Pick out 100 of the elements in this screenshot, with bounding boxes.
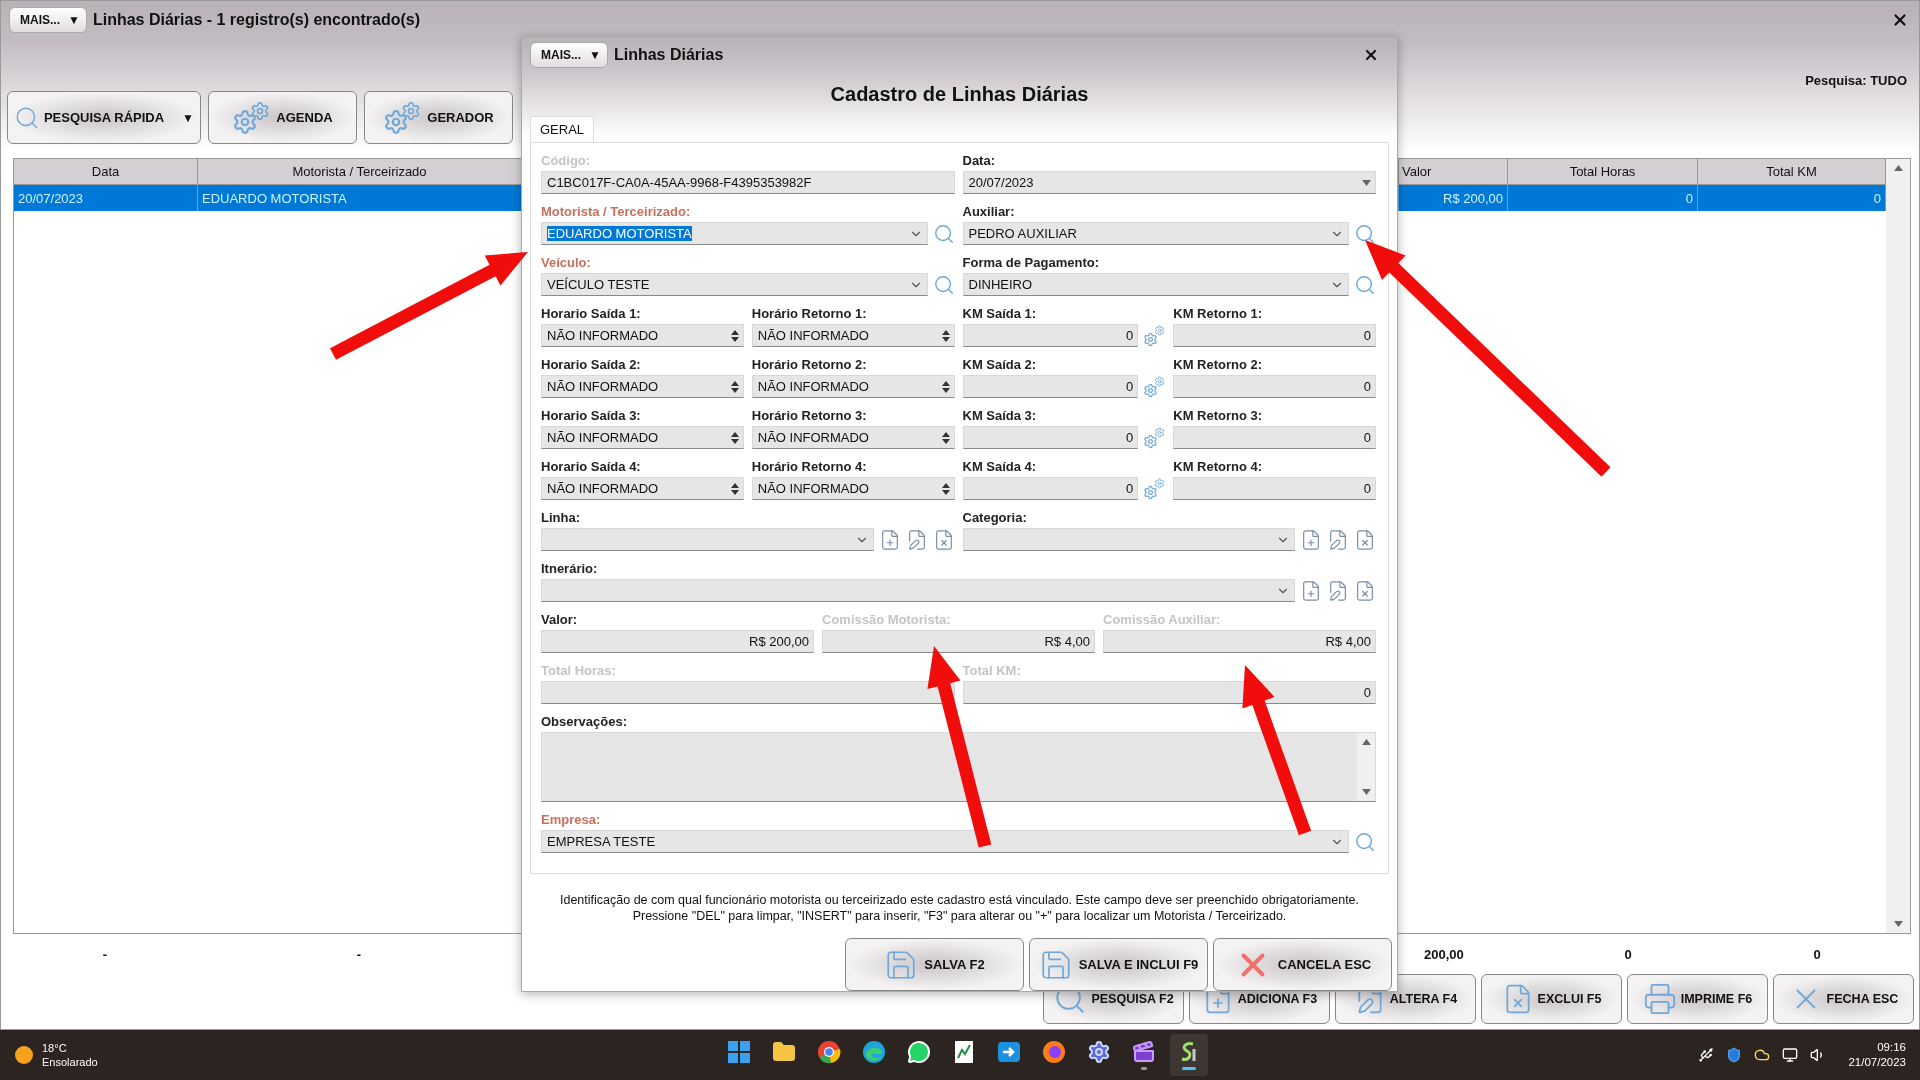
dialog-button[interactable]: CANCELA ESC [1213,938,1392,991]
spin-field[interactable]: NÃO INFORMADO [541,426,744,449]
column-header[interactable]: Valor [1399,159,1508,185]
spin-field[interactable]: NÃO INFORMADO [541,324,744,347]
table-cell: 20/07/2023 [14,185,198,211]
edit-file-icon[interactable] [1327,579,1349,602]
input-field[interactable]: 0 [962,324,1139,347]
input-field[interactable]: 0 [1173,426,1376,449]
input-field[interactable]: 0 [1173,477,1376,500]
spinner-icon[interactable] [730,430,739,445]
spinner-icon[interactable] [730,328,739,343]
video-icon[interactable] [1132,1040,1156,1064]
dropdown-field[interactable]: PEDRO AUXILIAR [962,222,1349,245]
scroll-up-icon[interactable] [1361,739,1371,745]
spinner-icon[interactable] [941,328,950,343]
spinner-icon[interactable] [941,430,950,445]
spin-field[interactable]: NÃO INFORMADO [541,477,744,500]
field-label: Categoria: [962,510,1028,526]
browser-icon[interactable] [817,1040,841,1064]
spinner-icon[interactable] [730,481,739,496]
table-cell: EDUARDO MOTORISTA [198,185,522,211]
shield-icon[interactable] [1726,1047,1743,1063]
close-icon[interactable] [1363,47,1379,63]
delete-file-icon[interactable] [1354,528,1376,551]
field-label: Total Horas: [541,663,617,679]
input-field[interactable]: 0 [962,426,1139,449]
dialog-button[interactable]: SALVA E INCLUI F9 [1029,938,1208,991]
spinner-icon[interactable] [730,379,739,394]
input-field[interactable] [541,681,955,704]
spreadsheet-icon[interactable] [954,1040,974,1064]
gear-icon[interactable] [1087,1040,1111,1064]
column-header[interactable]: Total Horas [1508,159,1698,185]
close-icon[interactable] [1891,11,1909,29]
spin-field[interactable]: NÃO INFORMADO [751,324,955,347]
input-field[interactable]: 0 [962,477,1139,500]
date-field[interactable]: 20/07/2023 [962,171,1376,194]
input-field[interactable]: 0 [962,375,1139,398]
clock-time[interactable]: 09:16 [1877,1040,1906,1055]
folder-icon[interactable] [772,1040,796,1064]
dropdown-field[interactable]: EMPRESA TESTE [541,830,1349,853]
usb-icon[interactable] [1698,1047,1715,1063]
action-button[interactable]: IMPRIME F6 [1627,974,1768,1024]
scroll-down-icon[interactable] [1893,921,1903,927]
windows-icon[interactable] [728,1041,750,1063]
running-indicator [1182,1067,1196,1070]
browser-icon[interactable] [862,1040,886,1064]
clock-date[interactable]: 21/07/2023 [1848,1055,1906,1070]
search-icon[interactable] [1354,222,1376,245]
action-button[interactable]: FECHA ESC [1773,974,1914,1024]
dialog-button[interactable]: SALVA F2 [845,938,1024,991]
column-header[interactable]: Total KM [1698,159,1886,185]
spin-field[interactable]: NÃO INFORMADO [751,375,955,398]
network-icon[interactable] [1782,1047,1799,1063]
temperature: 18°C [42,1041,68,1055]
delete-file-icon[interactable] [1354,579,1376,602]
input-field[interactable]: 0 [1173,324,1376,347]
scrollbar[interactable] [1886,159,1910,933]
column-header[interactable]: Data [14,159,198,185]
cloud-icon[interactable] [1754,1047,1771,1063]
field-value: PEDRO AUXILIAR [968,226,1077,241]
dropdown-field[interactable]: VEÍCULO TESTE [541,273,928,296]
toolbar-button[interactable]: GERADOR [364,91,513,144]
dropdown-field[interactable] [962,528,1295,551]
field-label: Horario Saída 4: [541,459,642,475]
scrollbar[interactable] [1357,733,1375,801]
spinner-icon[interactable] [941,481,950,496]
more-menu-button[interactable]: MAIS... ▼ [9,7,87,33]
search-icon[interactable] [932,222,955,245]
dropdown-field[interactable]: DINHEIRO [962,273,1349,296]
tab[interactable]: GERAL [530,116,595,142]
dropdown-arrow-icon[interactable] [1362,179,1371,186]
spin-field[interactable]: NÃO INFORMADO [541,375,744,398]
spin-field[interactable]: NÃO INFORMADO [751,477,955,500]
scroll-down-icon[interactable] [1361,789,1371,795]
more-menu-button[interactable]: MAIS... ▼ [530,42,608,68]
search-icon[interactable] [932,273,955,296]
text-area[interactable] [541,732,1376,802]
spinner-icon[interactable] [941,379,950,394]
toolbar-button[interactable]: PESQUISA RÁPIDA ▼ [7,91,201,144]
dropdown-field[interactable]: EDUARDO MOTORISTA [541,222,928,245]
field-label: Comissão Auxiliar: [1103,612,1222,628]
search-icon[interactable] [1354,273,1376,296]
field-label: KM Saída 2: [962,357,1038,373]
add-file-icon[interactable] [1300,528,1322,551]
dropdown-field[interactable] [541,528,874,551]
browser-icon[interactable] [1042,1040,1066,1064]
app-icon[interactable] [997,1041,1021,1063]
scroll-up-icon[interactable] [1893,165,1903,171]
spin-field[interactable]: NÃO INFORMADO [751,426,955,449]
input-field[interactable]: R$ 200,00 [541,630,814,653]
input-field[interactable]: 0 [1173,375,1376,398]
column-header[interactable]: Motorista / Terceirizado [198,159,522,185]
sun-icon[interactable] [14,1045,34,1065]
edit-file-icon[interactable] [1327,528,1349,551]
action-button[interactable]: EXCLUI F5 [1481,974,1622,1024]
chat-icon[interactable] [907,1040,931,1064]
add-file-icon[interactable] [1300,579,1322,602]
search-icon[interactable] [1354,830,1376,853]
toolbar-button[interactable]: AGENDA [208,91,357,144]
dropdown-field[interactable] [541,579,1295,602]
